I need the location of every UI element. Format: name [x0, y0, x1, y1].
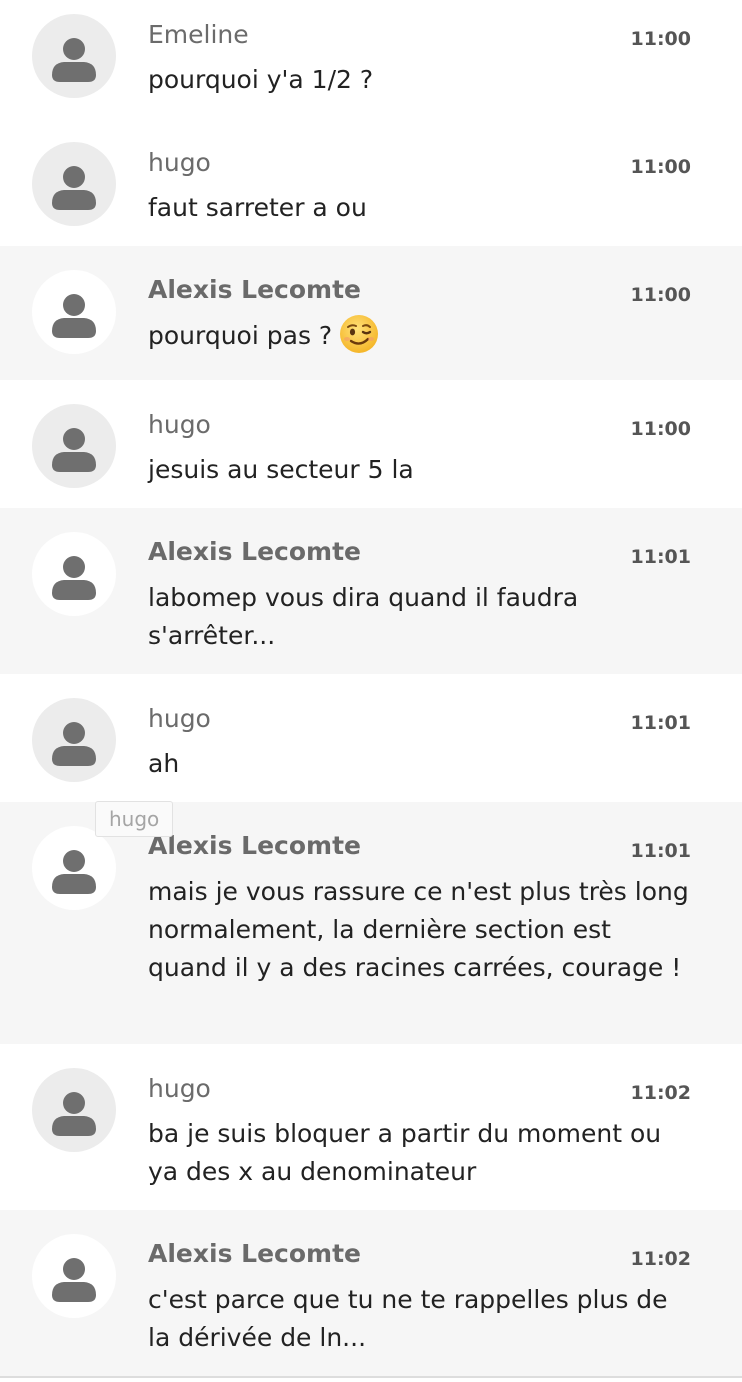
chat-message: Alexis Lecomte 11:02 c'est parce que tu … [0, 1210, 742, 1376]
message-time: 11:00 [630, 418, 691, 440]
user-icon [52, 850, 96, 894]
chat-message: hugo 11:00 faut sarreter a ou [0, 118, 742, 246]
message-time: 11:01 [630, 712, 691, 734]
chat-message-list: Emeline 11:00 pourquoi y'a 1/2 ? hugo 11… [0, 0, 742, 1376]
chat-message: Alexis Lecomte 11:00 pourquoi pas ? [0, 246, 742, 380]
chat-message: hugo 11:00 jesuis au secteur 5 la [0, 380, 742, 508]
message-author: Alexis Lecomte [148, 831, 361, 860]
avatar[interactable] [32, 532, 116, 616]
message-author: Alexis Lecomte [148, 275, 361, 304]
chat-message: hugo 11:01 ah [0, 674, 742, 802]
message-time: 11:02 [630, 1082, 691, 1104]
message-text: jesuis au secteur 5 la [148, 455, 414, 484]
user-icon [52, 1258, 96, 1302]
message-author: Emeline [148, 20, 249, 49]
message-author: Alexis Lecomte [148, 1239, 361, 1268]
message-text-content: pourquoi pas ? [148, 321, 333, 350]
message-time: 11:00 [630, 284, 691, 306]
message-text: ah [148, 749, 180, 778]
message-time: 11:02 [630, 1248, 691, 1270]
avatar[interactable] [32, 1068, 116, 1152]
user-icon [52, 38, 96, 82]
avatar[interactable] [32, 698, 116, 782]
message-author: hugo [148, 1074, 211, 1103]
avatar[interactable] [32, 270, 116, 354]
message-text: pourquoi pas ? [148, 315, 693, 355]
user-icon [52, 722, 96, 766]
message-time: 11:01 [630, 840, 691, 862]
message-text: ba je suis bloquer a partir du moment ou… [148, 1119, 662, 1186]
chat-message: Alexis Lecomte 11:01 labomep vous dira q… [0, 508, 742, 674]
user-icon [52, 1092, 96, 1136]
winking-face-emoji-icon [340, 315, 379, 353]
message-author: hugo [148, 148, 211, 177]
message-text: c'est parce que tu ne te rappelles plus … [148, 1285, 668, 1352]
message-author: Alexis Lecomte [148, 537, 361, 566]
avatar[interactable] [32, 826, 116, 910]
avatar[interactable] [32, 1234, 116, 1318]
chat-message: hugo 11:02 ba je suis bloquer a partir d… [0, 1044, 742, 1210]
message-text: faut sarreter a ou [148, 193, 367, 222]
chat-message: Emeline 11:00 pourquoi y'a 1/2 ? [0, 0, 742, 118]
user-icon [52, 428, 96, 472]
message-time: 11:00 [630, 28, 691, 50]
author-tooltip: hugo [95, 801, 174, 837]
chat-message: Alexis Lecomte 11:01 mais je vous rassur… [0, 802, 742, 1044]
message-author: hugo [148, 704, 211, 733]
message-text: mais je vous rassure ce n'est plus très … [148, 877, 689, 982]
user-icon [52, 294, 96, 338]
avatar[interactable] [32, 142, 116, 226]
message-author: hugo [148, 410, 211, 439]
user-icon [52, 556, 96, 600]
message-time: 11:01 [630, 546, 691, 568]
message-text: pourquoi y'a 1/2 ? [148, 65, 374, 94]
user-icon [52, 166, 96, 210]
divider [0, 1376, 742, 1378]
avatar[interactable] [32, 404, 116, 488]
avatar[interactable] [32, 14, 116, 98]
message-time: 11:00 [630, 156, 691, 178]
message-text: labomep vous dira quand il faudra s'arrê… [148, 583, 579, 650]
